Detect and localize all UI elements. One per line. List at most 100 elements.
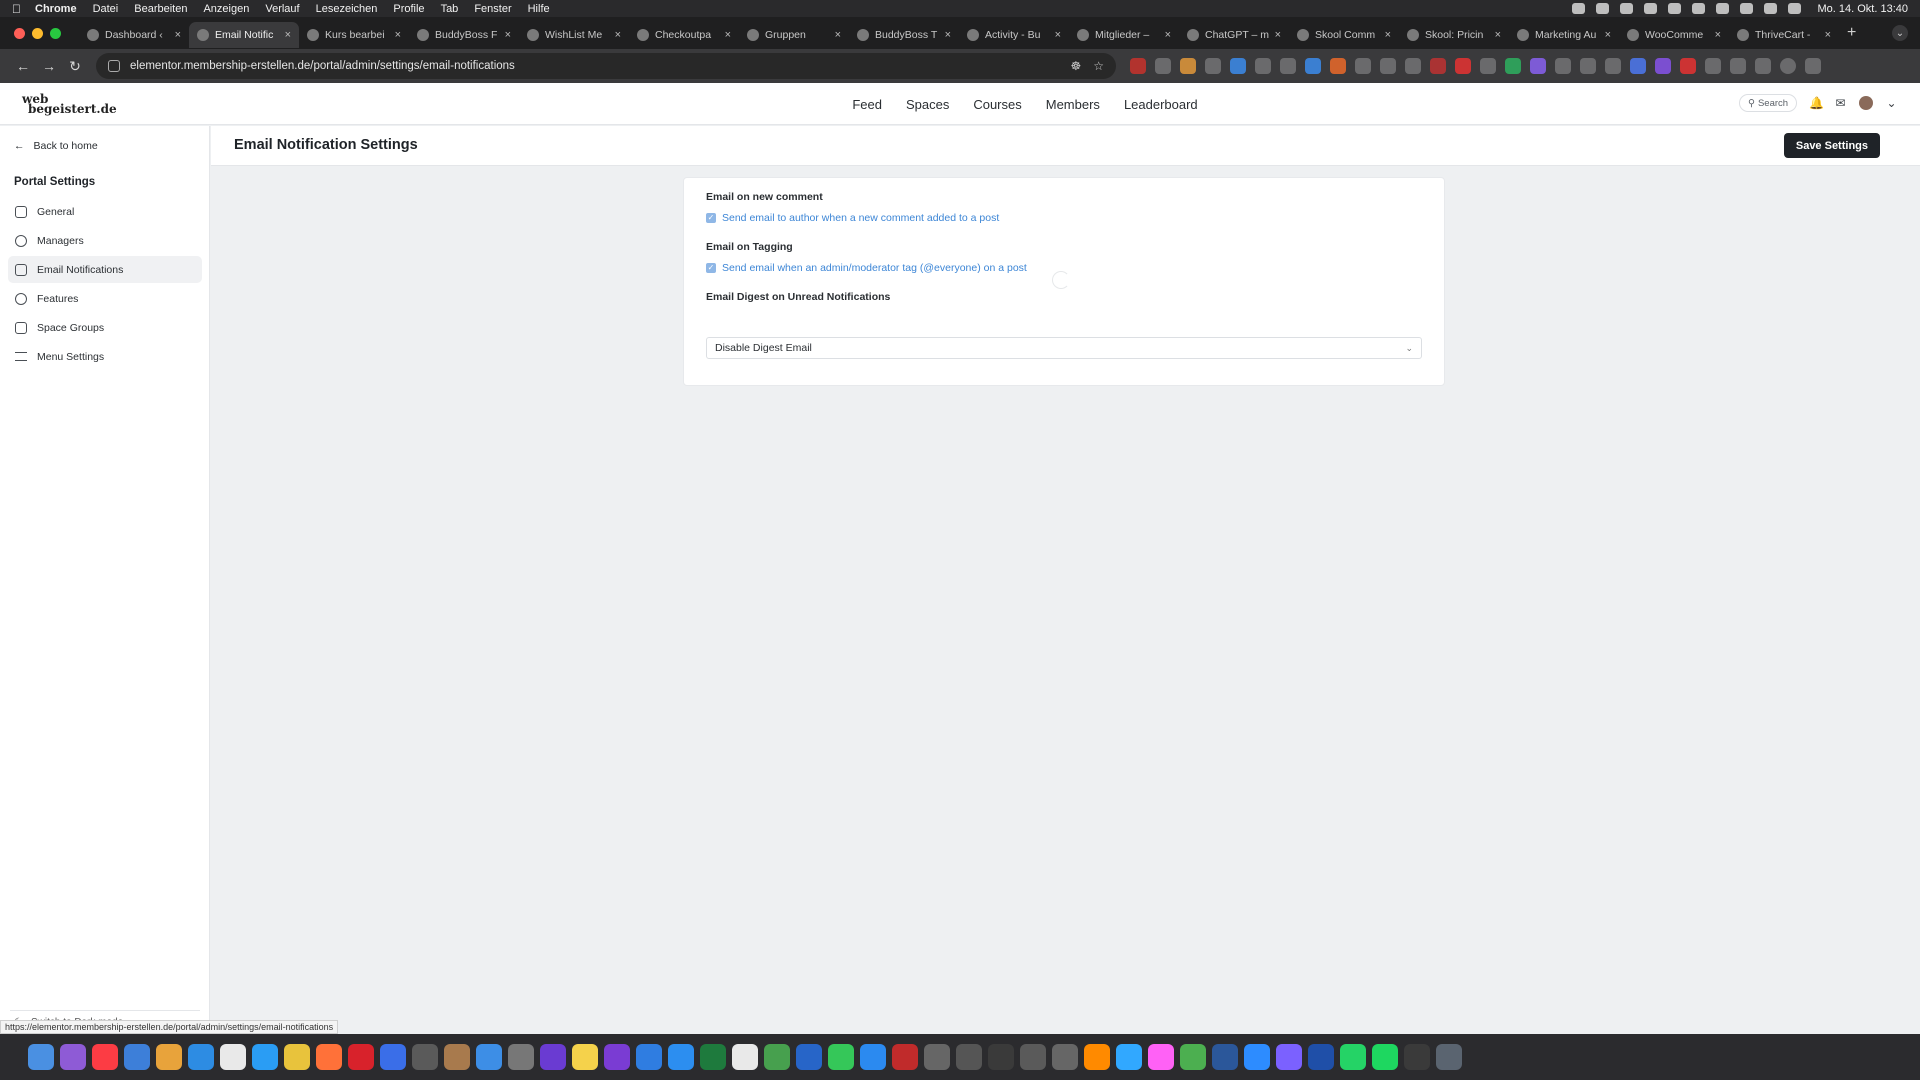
- sidebar-item-general[interactable]: General: [8, 198, 202, 225]
- extension-icon[interactable]: [1605, 58, 1621, 74]
- dock-app-icon[interactable]: [348, 1044, 374, 1070]
- menu-tab[interactable]: Tab: [441, 3, 459, 15]
- dock-app-icon[interactable]: [444, 1044, 470, 1070]
- dock-app-icon[interactable]: [732, 1044, 758, 1070]
- close-window-button[interactable]: [14, 27, 25, 39]
- extension-icon[interactable]: [1355, 58, 1371, 74]
- extension-icon[interactable]: [1705, 58, 1721, 74]
- close-icon[interactable]: ×: [395, 29, 401, 41]
- sidebar-item-menu-settings[interactable]: Menu Settings: [8, 343, 202, 370]
- menu-bearbeiten[interactable]: Bearbeiten: [134, 3, 187, 15]
- browser-tab[interactable]: Email Notific ×: [189, 22, 299, 48]
- apple-icon[interactable]: : [12, 2, 21, 16]
- extension-icon[interactable]: [1380, 58, 1396, 74]
- menu-verlauf[interactable]: Verlauf: [265, 3, 299, 15]
- dock-app-icon[interactable]: [1052, 1044, 1078, 1070]
- status-icon[interactable]: [1643, 3, 1657, 14]
- dock-app-icon[interactable]: [1148, 1044, 1174, 1070]
- new-tab-button[interactable]: +: [1847, 24, 1856, 42]
- browser-tab[interactable]: Marketing Au ×: [1509, 22, 1619, 48]
- back-to-home-link[interactable]: ← Back to home: [14, 140, 98, 152]
- avatar[interactable]: [1859, 96, 1873, 110]
- dock-app-icon[interactable]: [668, 1044, 694, 1070]
- extension-icon[interactable]: [1480, 58, 1496, 74]
- nav-members[interactable]: Members: [1046, 97, 1100, 112]
- close-icon[interactable]: ×: [505, 29, 511, 41]
- dock-app-icon[interactable]: [92, 1044, 118, 1070]
- save-settings-button[interactable]: Save Settings: [1783, 133, 1880, 158]
- spotlight-search-icon[interactable]: [1763, 3, 1777, 14]
- status-icon[interactable]: [1595, 3, 1609, 14]
- extension-icon[interactable]: [1405, 58, 1421, 74]
- dock-app-icon[interactable]: [508, 1044, 534, 1070]
- wifi-icon[interactable]: [1715, 3, 1729, 14]
- browser-tab[interactable]: ChatGPT – m ×: [1179, 22, 1289, 48]
- browser-tab[interactable]: BuddyBoss T ×: [849, 22, 959, 48]
- menubar-clock[interactable]: Mo. 14. Okt. 13:40: [1818, 3, 1909, 15]
- dock-app-icon[interactable]: [924, 1044, 950, 1070]
- back-arrow-icon[interactable]: ←: [10, 58, 36, 74]
- status-icon[interactable]: [1571, 3, 1585, 14]
- dock-app-icon[interactable]: [604, 1044, 630, 1070]
- dock-app-icon[interactable]: [828, 1044, 854, 1070]
- extension-icon[interactable]: [1180, 58, 1196, 74]
- extension-icon[interactable]: [1680, 58, 1696, 74]
- close-icon[interactable]: ×: [1275, 29, 1281, 41]
- browser-tab[interactable]: ThriveCart - ×: [1729, 22, 1839, 48]
- dock-app-icon[interactable]: [220, 1044, 246, 1070]
- search-button[interactable]: ⚲ Search: [1739, 94, 1797, 112]
- dock-app-icon[interactable]: [764, 1044, 790, 1070]
- dock-app-icon[interactable]: [636, 1044, 662, 1070]
- close-icon[interactable]: ×: [725, 29, 731, 41]
- dock-app-icon[interactable]: [60, 1044, 86, 1070]
- minimize-window-button[interactable]: [32, 27, 43, 39]
- browser-tab[interactable]: Activity - Bu ×: [959, 22, 1069, 48]
- control-center-icon[interactable]: [1787, 3, 1801, 14]
- dock-app-icon[interactable]: [988, 1044, 1014, 1070]
- comment-checkbox[interactable]: ✓: [706, 213, 716, 223]
- dock-app-icon[interactable]: [1404, 1044, 1430, 1070]
- close-icon[interactable]: ×: [835, 29, 841, 41]
- sidebar-item-email-notifications[interactable]: Email Notifications: [8, 256, 202, 283]
- menu-app-name[interactable]: Chrome: [35, 3, 77, 15]
- digest-frequency-select[interactable]: Disable Digest Email ⌄: [706, 337, 1422, 359]
- dock-app-icon[interactable]: [1020, 1044, 1046, 1070]
- chevron-down-icon[interactable]: ⌄: [1885, 96, 1898, 110]
- close-icon[interactable]: ×: [945, 29, 951, 41]
- tab-search-icon[interactable]: ⌄: [1892, 25, 1908, 41]
- dock-app-icon[interactable]: [1244, 1044, 1270, 1070]
- extension-icon[interactable]: [1205, 58, 1221, 74]
- status-icon[interactable]: [1691, 3, 1705, 14]
- extension-icon[interactable]: [1230, 58, 1246, 74]
- extension-icon[interactable]: [1455, 58, 1471, 74]
- dock-app-icon[interactable]: [476, 1044, 502, 1070]
- dock-app-icon[interactable]: [700, 1044, 726, 1070]
- nav-feed[interactable]: Feed: [852, 97, 882, 112]
- site-info-icon[interactable]: [108, 60, 120, 72]
- extension-icon[interactable]: [1630, 58, 1646, 74]
- dock-app-icon[interactable]: [316, 1044, 342, 1070]
- dock-app-icon[interactable]: [1340, 1044, 1366, 1070]
- nav-spaces[interactable]: Spaces: [906, 97, 949, 112]
- browser-tab[interactable]: Kurs bearbei ×: [299, 22, 409, 48]
- close-icon[interactable]: ×: [1825, 29, 1831, 41]
- dock-app-icon[interactable]: [540, 1044, 566, 1070]
- dock-app-icon[interactable]: [1084, 1044, 1110, 1070]
- bookmark-star-icon[interactable]: ☆: [1093, 59, 1104, 73]
- browser-tab[interactable]: Skool: Pricin ×: [1399, 22, 1509, 48]
- dock-app-icon[interactable]: [188, 1044, 214, 1070]
- dock-app-icon[interactable]: [860, 1044, 886, 1070]
- extension-icon[interactable]: [1555, 58, 1571, 74]
- extension-icon[interactable]: [1655, 58, 1671, 74]
- battery-icon[interactable]: [1739, 3, 1753, 14]
- menu-profile[interactable]: Profile: [393, 3, 424, 15]
- tagging-checkbox[interactable]: ✓: [706, 263, 716, 273]
- forward-arrow-icon[interactable]: →: [36, 58, 62, 74]
- sidebar-item-managers[interactable]: Managers: [8, 227, 202, 254]
- address-url[interactable]: elementor.membership-erstellen.de/portal…: [130, 60, 1058, 72]
- dock-app-icon[interactable]: [1436, 1044, 1462, 1070]
- status-icon[interactable]: [1619, 3, 1633, 14]
- reload-icon[interactable]: ↻: [62, 58, 88, 75]
- dock-app-icon[interactable]: [1116, 1044, 1142, 1070]
- extension-icon[interactable]: [1580, 58, 1596, 74]
